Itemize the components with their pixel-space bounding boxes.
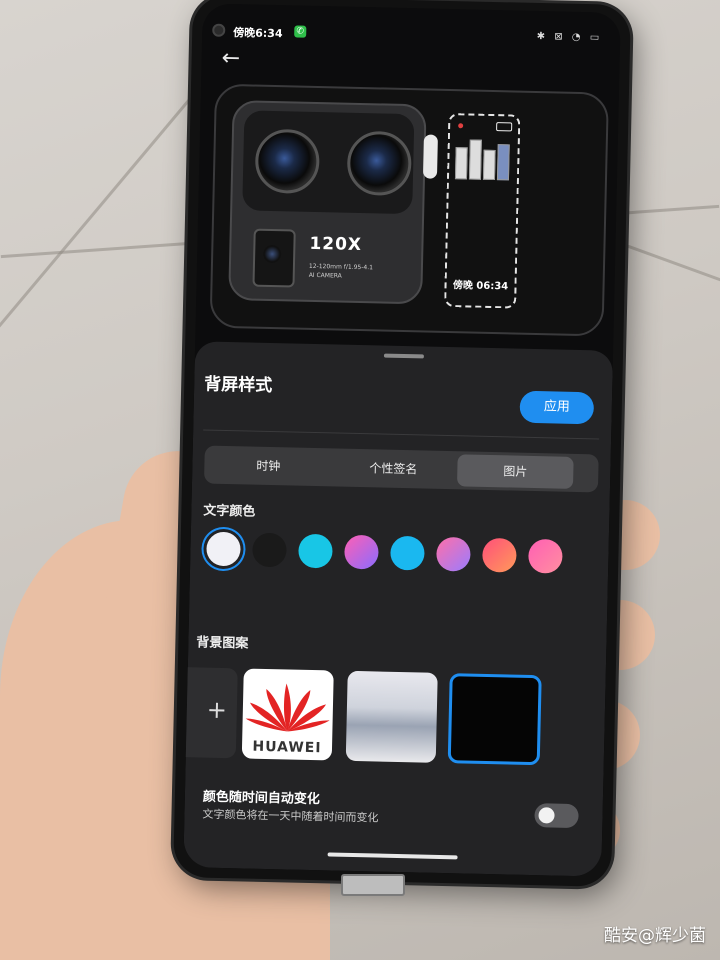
floor-tile-line	[613, 239, 720, 284]
watermark: 酷安@辉少菌	[604, 926, 706, 946]
auto-color-title: 颜色随时间自动变化	[202, 789, 321, 808]
periscope-lens-icon	[252, 228, 296, 288]
rear-screen-dot	[458, 123, 464, 129]
back-arrow-icon[interactable]: ←	[221, 46, 240, 71]
camera-spec: 12-120mm f/1.95-4.1 AI CAMERA	[309, 262, 373, 281]
huawei-logo-icon	[245, 683, 330, 732]
auto-color-toggle[interactable]	[534, 803, 579, 829]
color-swatch-coral[interactable]	[482, 537, 517, 573]
camera-zoom-label: 120X	[309, 233, 363, 256]
toggle-knob	[538, 807, 555, 824]
color-swatch-pink-purple[interactable]	[344, 534, 379, 570]
lens-icon	[346, 130, 413, 197]
lens-icon	[254, 128, 321, 195]
status-bar: 傍晚6:34 ✆ ✱ ⊠ ◔ ▭	[202, 21, 620, 50]
tab-image[interactable]: 图片	[456, 454, 574, 489]
tab-signature[interactable]: 个性签名	[332, 451, 455, 486]
flash-icon	[422, 134, 438, 179]
camera-module: 120X 12-120mm f/1.95-4.1 AI CAMERA	[228, 100, 427, 305]
background-thumb-huawei[interactable]: HUAWEI	[241, 668, 334, 761]
auto-color-description: 文字颜色将在一天中随着时间而变化	[202, 807, 379, 825]
style-tabs: 时钟 个性签名 图片	[203, 445, 599, 493]
battery-icon	[496, 122, 513, 132]
color-swatch-sky-blue[interactable]	[390, 535, 425, 571]
usb-connector	[341, 874, 405, 896]
text-color-swatches	[195, 341, 613, 574]
main-lens-row	[242, 110, 415, 215]
sheet-drag-handle[interactable]	[383, 353, 424, 359]
background-thumb-black[interactable]	[447, 673, 542, 766]
add-background-button[interactable]: +	[183, 666, 238, 759]
plus-icon: +	[206, 695, 228, 725]
phone-screen: 傍晚6:34 ✆ ✱ ⊠ ◔ ▭ ← 120X 12-120mm f/1.95-…	[183, 3, 621, 877]
call-icon: ✆	[294, 25, 307, 38]
background-pattern-label: 背景图案	[196, 635, 249, 652]
front-camera-icon	[212, 23, 226, 37]
color-swatch-black[interactable]	[252, 532, 287, 568]
color-swatch-white[interactable]	[206, 531, 241, 567]
huawei-wordmark: HUAWEI	[252, 738, 322, 757]
background-thumb-store-photo[interactable]	[345, 670, 438, 763]
rear-screen-time: 傍晚 06:34	[452, 280, 509, 293]
divider	[203, 429, 600, 440]
rear-screen-image	[454, 137, 512, 181]
status-time: 傍晚6:34	[233, 26, 283, 41]
color-swatch-pink-orange[interactable]	[528, 538, 563, 574]
rear-screen-outline: 傍晚 06:34	[444, 112, 521, 309]
phone-frame: 傍晚6:34 ✆ ✱ ⊠ ◔ ▭ ← 120X 12-120mm f/1.95-…	[173, 0, 631, 887]
color-swatch-cyan[interactable]	[298, 533, 333, 569]
sheet-title: 背屏样式	[204, 374, 273, 397]
home-indicator[interactable]	[327, 852, 458, 860]
camera-spec-line: AI CAMERA	[308, 271, 342, 280]
tab-clock[interactable]: 时钟	[207, 449, 330, 484]
rear-panel-preview: 120X 12-120mm f/1.95-4.1 AI CAMERA 傍晚 06…	[209, 83, 609, 337]
color-swatch-pink-violet[interactable]	[436, 536, 471, 572]
style-bottom-sheet: 背屏样式 应用 时钟 个性签名 图片 文字颜色 背景图案 + HUAWEI 颜色…	[183, 341, 614, 877]
floor-tile-line	[0, 85, 202, 395]
status-icons: ✱ ⊠ ◔ ▭	[536, 30, 603, 44]
apply-button[interactable]: 应用	[519, 390, 595, 425]
text-color-label: 文字颜色	[203, 503, 256, 520]
